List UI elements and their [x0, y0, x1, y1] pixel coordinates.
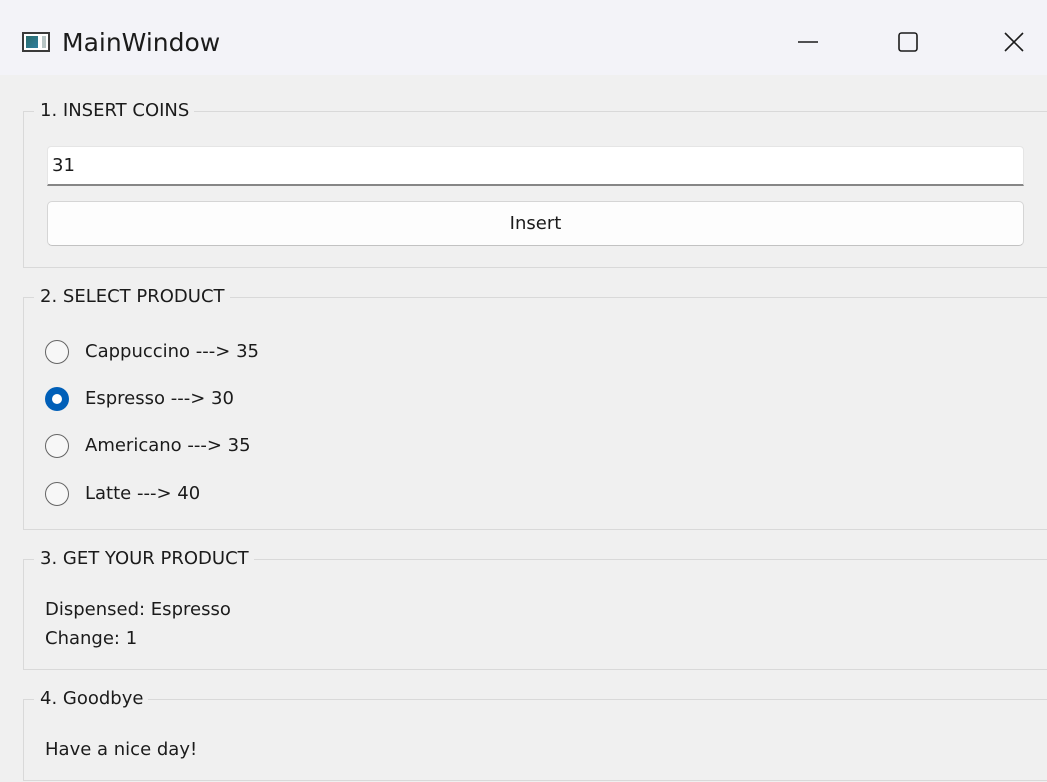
product-option-espresso[interactable]: Espresso ---> 30 — [45, 383, 234, 415]
title-bar[interactable]: MainWindow — [0, 0, 1047, 75]
maximize-icon — [898, 32, 918, 52]
insert-button[interactable]: Insert — [47, 201, 1024, 246]
coin-input[interactable] — [47, 146, 1024, 186]
radio-button[interactable] — [45, 434, 69, 458]
product-option-label: Americano ---> 35 — [85, 435, 251, 456]
select-product-group: 2. SELECT PRODUCT Cappuccino ---> 35 Esp… — [23, 286, 1047, 530]
product-option-label: Cappuccino ---> 35 — [85, 341, 259, 362]
product-option-label: Espresso ---> 30 — [85, 388, 234, 409]
main-window: MainWindow 1. INSERT COINS Insert 2. SEL… — [0, 0, 1047, 782]
maximize-button[interactable] — [878, 20, 938, 64]
insert-coins-group: 1. INSERT COINS Insert — [23, 100, 1047, 268]
close-icon — [1004, 32, 1024, 52]
app-window-icon — [22, 32, 50, 52]
get-product-group: 3. GET YOUR PRODUCT Dispensed: Espresso … — [23, 548, 1047, 670]
minimize-icon — [798, 41, 818, 43]
product-option-label: Latte ---> 40 — [85, 483, 201, 504]
product-option-cappuccino[interactable]: Cappuccino ---> 35 — [45, 336, 259, 368]
radio-button[interactable] — [45, 340, 69, 364]
goodbye-message: Have a nice day! — [45, 739, 198, 760]
radio-button[interactable] — [45, 482, 69, 506]
get-product-title: 3. GET YOUR PRODUCT — [34, 548, 254, 570]
product-option-latte[interactable]: Latte ---> 40 — [45, 478, 200, 510]
product-option-americano[interactable]: Americano ---> 35 — [45, 430, 251, 462]
change-label: Change: 1 — [45, 628, 138, 649]
minimize-button[interactable] — [778, 20, 838, 64]
close-button[interactable] — [984, 20, 1044, 64]
insert-coins-title: 1. INSERT COINS — [34, 100, 195, 122]
select-product-title: 2. SELECT PRODUCT — [34, 286, 230, 308]
goodbye-title: 4. Goodbye — [34, 688, 149, 710]
radio-button-checked[interactable] — [45, 387, 69, 411]
dispensed-label: Dispensed: Espresso — [45, 599, 231, 620]
window-title: MainWindow — [62, 28, 221, 57]
insert-button-label: Insert — [509, 213, 562, 234]
goodbye-group: 4. Goodbye Have a nice day! — [23, 688, 1047, 781]
